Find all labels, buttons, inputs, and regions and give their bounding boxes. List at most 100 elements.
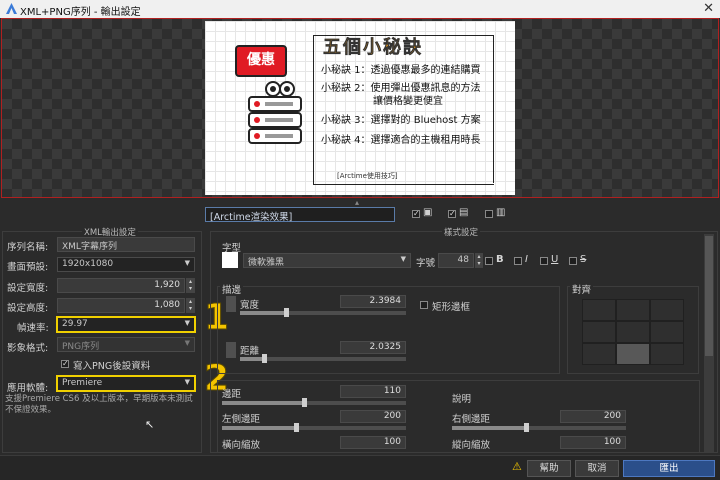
slide-tip-2-cont: 讓價格變更便宜 <box>373 96 443 107</box>
sequence-name-label: 序列名稱: <box>7 242 49 253</box>
splitter-handle[interactable]: ▴ <box>355 198 365 207</box>
strike-toggle[interactable]: S <box>580 254 586 265</box>
margin-r-label: 右側邊距 <box>452 414 491 425</box>
chevron-down-icon: ▼ <box>184 259 190 267</box>
cancel-button[interactable]: 取消 <box>575 460 619 477</box>
scale-y-label: 縱向縮放 <box>452 440 491 451</box>
font-color-swatch[interactable] <box>222 252 238 268</box>
bold-checkbox[interactable] <box>485 257 493 265</box>
app-select[interactable]: Premiere ▼ <box>56 375 196 392</box>
shadow-distance-slider[interactable] <box>240 354 406 363</box>
width-stepper[interactable]: ▴ ▾ <box>186 278 195 293</box>
film-icon: ▤ <box>459 207 469 218</box>
align-section-label: 對齊 <box>570 282 594 296</box>
margin-l-label: 左側邊距 <box>222 414 261 425</box>
font-size-value: 48 <box>457 255 469 265</box>
strike-checkbox[interactable] <box>569 257 577 265</box>
margin-v-value[interactable]: 110 <box>340 385 406 398</box>
shadow-distance-value[interactable]: 2.0325 <box>340 341 406 354</box>
height-input[interactable]: 1,080 <box>57 298 185 313</box>
align-middle-left[interactable] <box>582 321 616 343</box>
margin-v-label: 邊距 <box>222 389 242 400</box>
underline-checkbox[interactable] <box>540 257 548 265</box>
rect-border-label: 矩形邊框 <box>432 302 471 313</box>
stroke-section-label: 描邊 <box>220 282 244 296</box>
align-bottom-right[interactable] <box>650 343 684 365</box>
write-png-checkbox[interactable]: ✓ <box>61 360 69 368</box>
slide-frame-right <box>489 35 494 183</box>
chevron-down-icon: ▼ <box>184 339 190 347</box>
preview-area: 五個小秘訣 優惠 小秘訣 1：透過優惠最多的連結購買 小秘訣 2：使用彈出優惠訊… <box>1 18 719 198</box>
preset-value: 1920x1080 <box>62 259 114 269</box>
height-value: 1,080 <box>154 300 180 310</box>
style-settings-title: 樣式設定 <box>442 226 481 238</box>
font-size-stepper[interactable]: ▴ ▾ <box>475 253 483 268</box>
align-bottom-center[interactable] <box>616 343 650 365</box>
stroke-color-swatch[interactable] <box>226 296 236 312</box>
close-icon[interactable]: ✕ <box>703 1 714 16</box>
margin-r-slider[interactable] <box>452 423 626 432</box>
app-label: 應用軟體: <box>7 383 49 394</box>
compat-note: 支援Premiere CS6 及以上版本，早期版本未測試不保證效果。 <box>5 394 193 415</box>
slide-watermark: [Arctime使用技巧] <box>337 172 398 180</box>
width-label: 設定寬度: <box>7 283 49 294</box>
bottom-bar: ⚠ 幫助 取消 匯出 <box>0 455 720 480</box>
italic-checkbox[interactable] <box>514 257 522 265</box>
export-button[interactable]: 匯出 <box>623 460 715 477</box>
stroke-width-value[interactable]: 2.3984 <box>340 295 406 308</box>
margin-r-value[interactable]: 200 <box>560 410 626 423</box>
app-value: Premiere <box>62 378 103 388</box>
warning-icon: ⚠ <box>512 460 522 473</box>
scale-x-label: 橫向縮放 <box>222 440 261 451</box>
help-button[interactable]: 幫助 <box>527 460 571 477</box>
slide-headline: 五個小秘訣 <box>323 37 423 59</box>
font-family-select[interactable]: 微軟雅黑 ▼ <box>243 253 411 268</box>
format-label: 影象格式: <box>7 343 49 354</box>
width-input[interactable]: 1,920 <box>57 278 185 293</box>
font-size-input[interactable]: 48 <box>438 253 474 268</box>
slide-tip-3: 小秘訣 3：選擇對的 Bluehost 方案 <box>321 115 481 126</box>
alignment-grid[interactable] <box>582 299 684 365</box>
bold-toggle[interactable]: B <box>496 254 504 265</box>
fps-label: 幀速率: <box>17 323 49 334</box>
sequence-name-input[interactable]: XML字幕序列 <box>57 237 195 252</box>
align-top-center[interactable] <box>616 299 650 321</box>
margin-v-slider[interactable] <box>222 398 406 407</box>
rect-border-checkbox[interactable] <box>420 301 428 309</box>
align-top-right[interactable] <box>650 299 684 321</box>
align-middle-right[interactable] <box>650 321 684 343</box>
fps-value: 29.97 <box>62 319 88 329</box>
scale-x-value[interactable]: 100 <box>340 436 406 449</box>
mouse-cursor: ↖ <box>145 418 155 431</box>
height-stepper[interactable]: ▴ ▾ <box>186 298 195 313</box>
discount-badge: 優惠 <box>235 45 287 77</box>
shadow-distance-label: 距離 <box>240 346 260 357</box>
show-film-checkbox[interactable]: ✓ <box>448 210 456 218</box>
margin-l-value[interactable]: 200 <box>340 410 406 423</box>
italic-toggle[interactable]: I <box>525 254 528 265</box>
align-middle-center[interactable] <box>616 321 650 343</box>
show-strip-checkbox[interactable] <box>485 210 493 218</box>
preset-select[interactable]: 1920x1080 ▼ <box>57 257 195 272</box>
height-label: 設定高度: <box>7 303 49 314</box>
underline-toggle[interactable]: U <box>551 254 558 265</box>
style-scrollbar-thumb[interactable] <box>705 236 713 356</box>
align-top-left[interactable] <box>582 299 616 321</box>
stroke-width-label: 寬度 <box>240 300 260 311</box>
app-logo-icon <box>6 3 17 14</box>
write-png-label: 寫入PNG後設資料 <box>73 361 151 372</box>
film-strip-icon: ▥ <box>496 207 506 218</box>
desc-label: 說明 <box>452 394 472 405</box>
scale-y-value[interactable]: 100 <box>560 436 626 449</box>
chevron-down-icon: ▼ <box>400 255 406 263</box>
format-select[interactable]: PNG序列 ▼ <box>57 337 195 352</box>
margin-l-slider[interactable] <box>222 423 406 432</box>
align-bottom-left[interactable] <box>582 343 616 365</box>
preview-slide: 五個小秘訣 優惠 小秘訣 1：透過優惠最多的連結購買 小秘訣 2：使用彈出優惠訊… <box>205 21 515 195</box>
fps-select[interactable]: 29.97 ▼ <box>56 316 196 333</box>
effect-name-field[interactable]: [Arctime渲染效果] <box>205 207 395 223</box>
stroke-width-slider[interactable] <box>240 308 406 317</box>
shadow-color-swatch[interactable] <box>226 342 236 358</box>
show-image-checkbox[interactable]: ✓ <box>412 210 420 218</box>
width-value: 1,920 <box>154 280 180 290</box>
